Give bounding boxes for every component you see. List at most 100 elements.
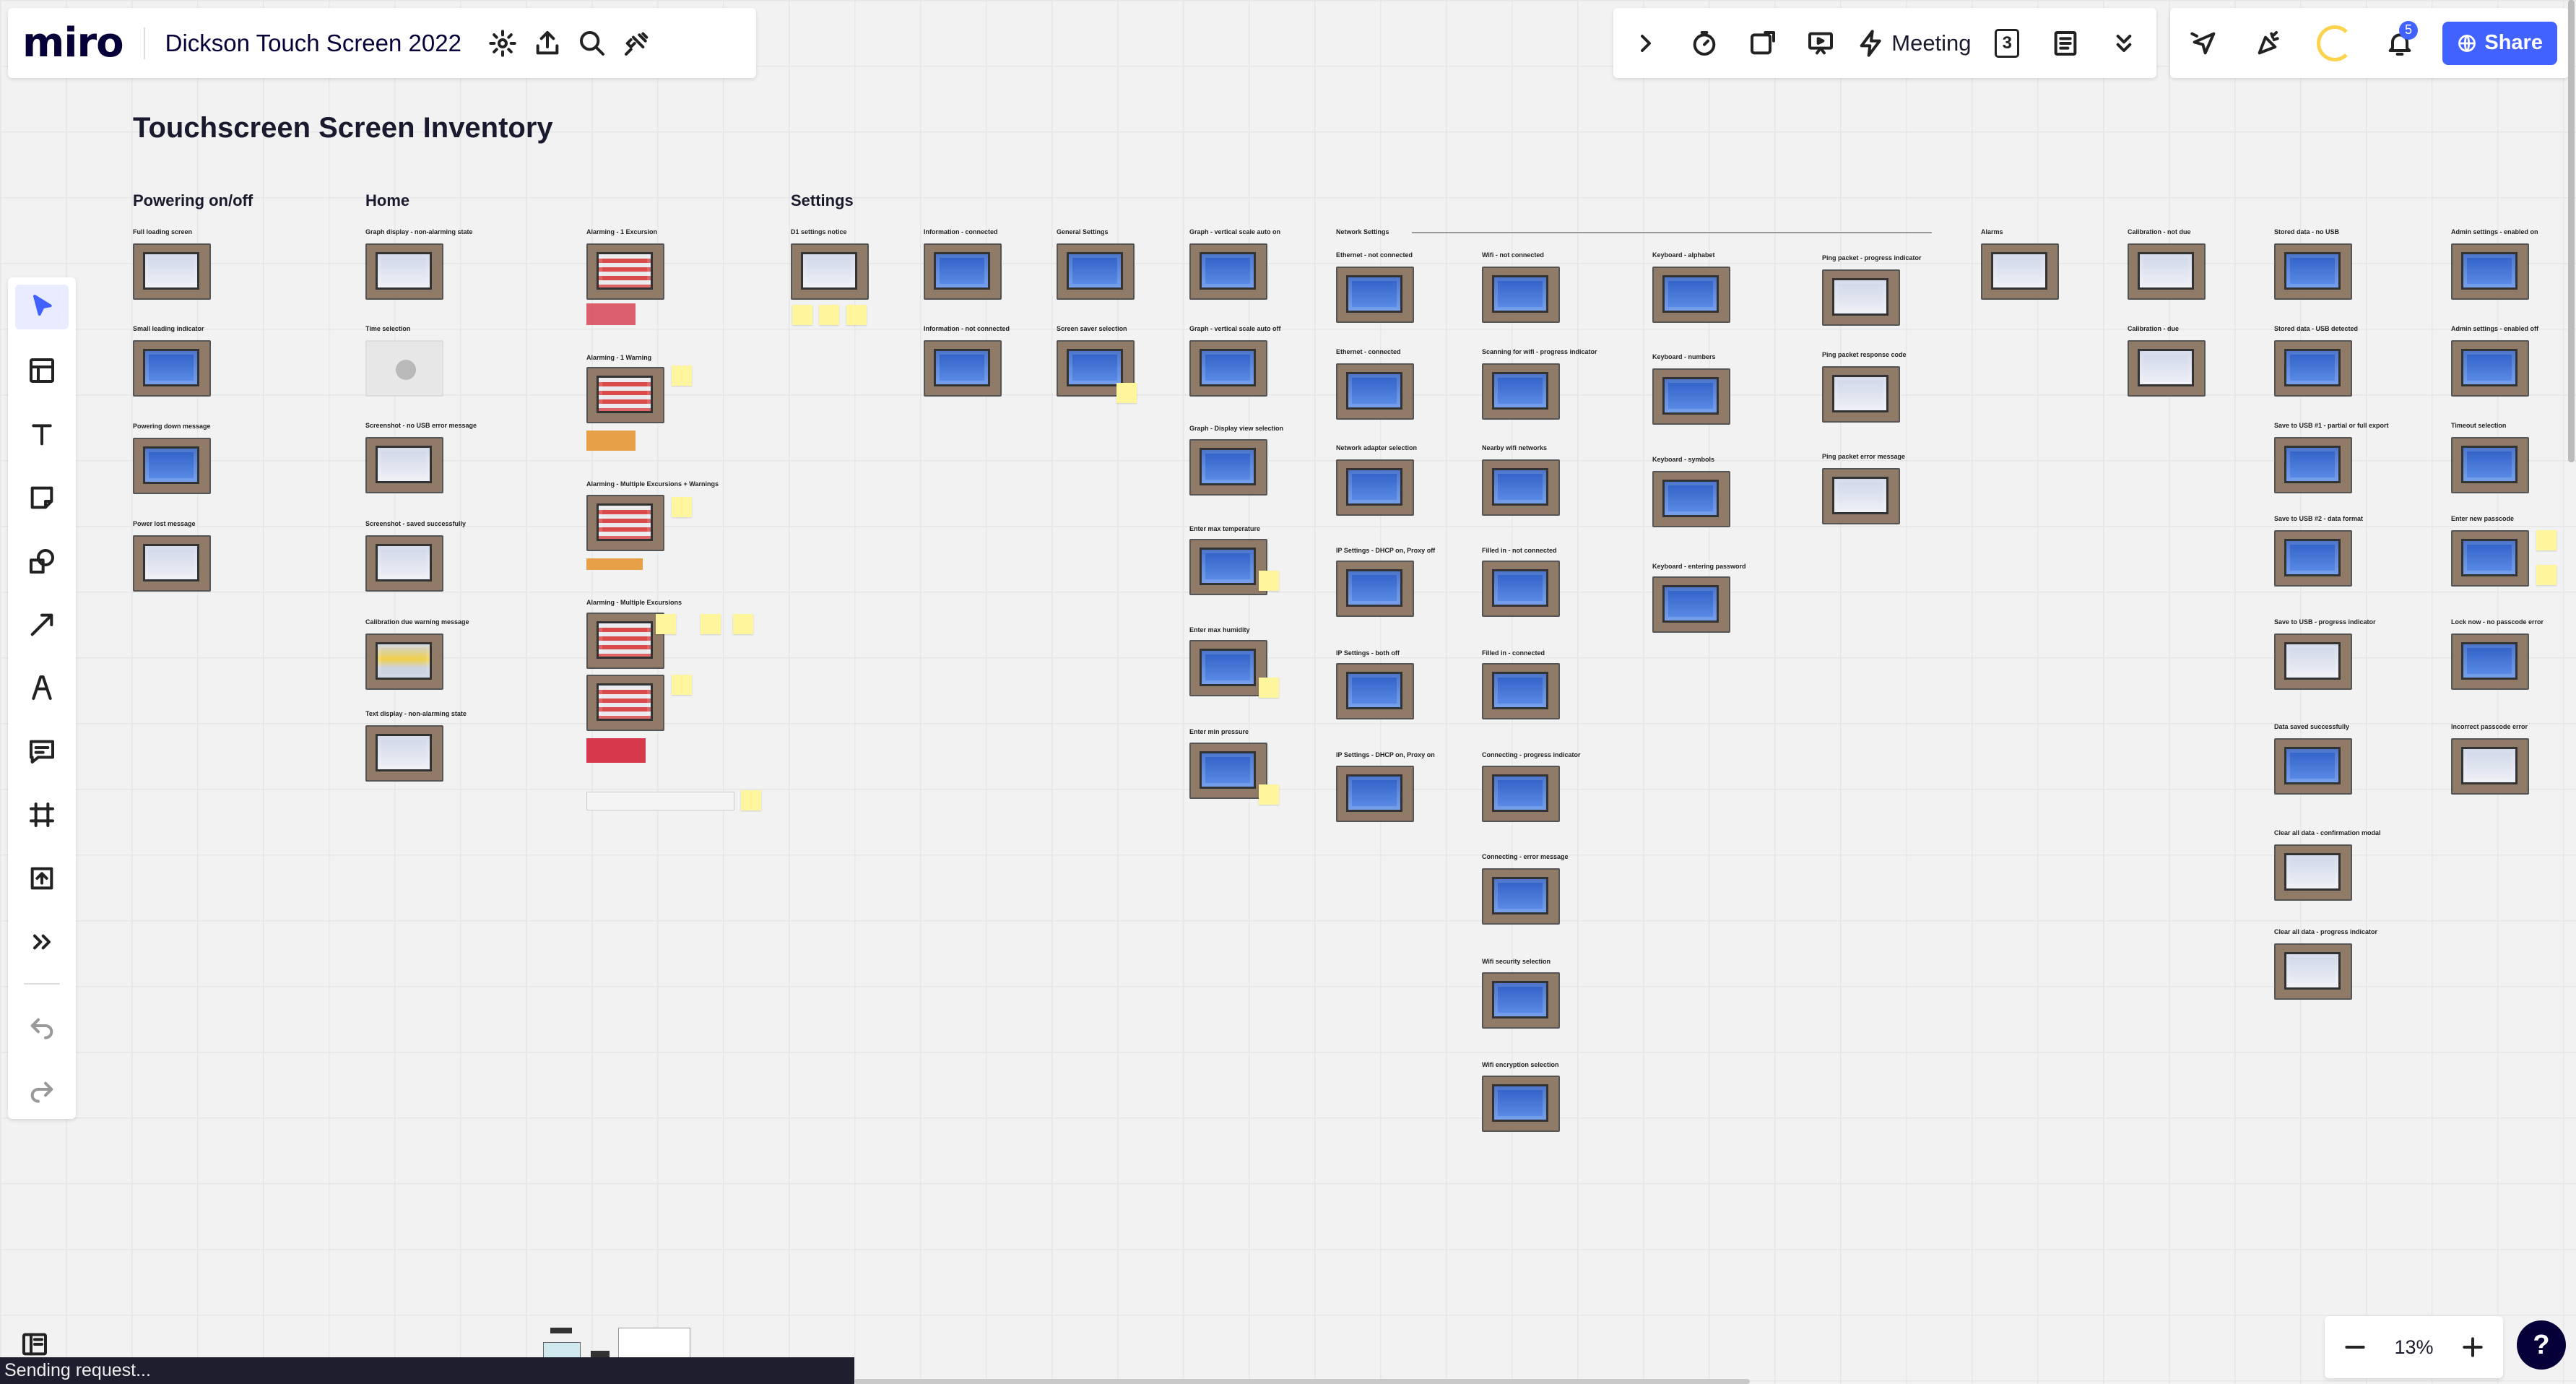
screen-thumbnail[interactable] (586, 613, 664, 669)
screen-thumbnail[interactable] (365, 633, 443, 690)
screen-thumbnail[interactable] (1057, 243, 1135, 300)
screen-thumbnail[interactable] (791, 243, 869, 300)
pages-button[interactable]: 3 (1985, 21, 2029, 66)
screen-thumbnail[interactable] (1822, 366, 1900, 423)
sticky-note[interactable] (819, 305, 839, 325)
board-title[interactable]: Touchscreen Screen Inventory (133, 112, 553, 144)
diagram-shape[interactable] (543, 1342, 581, 1358)
screen-thumbnail[interactable] (1482, 868, 1560, 925)
screen-thumbnail[interactable] (1482, 267, 1560, 323)
screen-thumbnail[interactable] (1189, 439, 1267, 496)
screen-thumbnail[interactable] (2274, 243, 2352, 300)
screen-thumbnail[interactable] (1652, 368, 1730, 425)
screen-thumbnail[interactable] (133, 535, 211, 592)
sticky-note[interactable] (2536, 530, 2557, 550)
diagram-shape[interactable] (550, 1328, 572, 1333)
alarm-detail-image[interactable] (586, 738, 646, 763)
screen-thumbnail[interactable] (1336, 267, 1414, 323)
frame-icon[interactable] (15, 792, 69, 837)
screen-thumbnail[interactable] (2451, 633, 2529, 690)
search-icon[interactable] (570, 21, 615, 66)
integrations-plug-icon[interactable] (615, 21, 659, 66)
screen-thumbnail[interactable] (1336, 363, 1414, 420)
voting-icon[interactable] (1740, 21, 1785, 66)
screen-thumbnail[interactable] (2274, 437, 2352, 493)
connection-line-icon[interactable] (15, 602, 69, 647)
screen-thumbnail[interactable] (1189, 743, 1267, 799)
templates-icon[interactable] (15, 348, 69, 393)
export-upload-icon[interactable] (525, 21, 570, 66)
screen-thumbnail[interactable] (2451, 340, 2529, 397)
screen-thumbnail[interactable] (2274, 844, 2352, 901)
sticky-note[interactable] (701, 614, 721, 634)
miro-logo[interactable]: miro (22, 20, 124, 66)
screen-thumbnail[interactable] (586, 243, 664, 300)
cursor-follow-icon[interactable] (2182, 21, 2226, 66)
celebrate-icon[interactable] (2247, 21, 2291, 66)
zoom-level[interactable]: 13% (2394, 1336, 2433, 1359)
screen-thumbnail[interactable] (1652, 576, 1730, 633)
screen-thumbnail[interactable] (1482, 363, 1560, 420)
section-heading-power[interactable]: Powering on/off (133, 191, 253, 210)
frames-panel-icon[interactable] (13, 1328, 56, 1361)
screen-thumbnail[interactable] (924, 243, 1002, 300)
notes-icon[interactable] (2043, 21, 2088, 66)
screen-thumbnail[interactable] (2451, 437, 2529, 493)
screen-thumbnail[interactable] (924, 340, 1002, 397)
screen-thumbnail[interactable] (1652, 267, 1730, 323)
screen-thumbnail[interactable] (2451, 243, 2529, 300)
notifications-bell-icon[interactable]: 5 (2377, 20, 2422, 66)
help-button[interactable]: ? (2517, 1320, 2566, 1370)
vertical-scrollbar[interactable] (2568, 0, 2575, 462)
sticky-note[interactable] (846, 305, 867, 325)
screen-thumbnail[interactable] (2274, 530, 2352, 587)
redo-icon[interactable] (15, 1067, 69, 1112)
screen-thumbnail[interactable] (2128, 340, 2206, 397)
screen-thumbnail[interactable] (1482, 663, 1560, 719)
screen-thumbnail[interactable] (133, 438, 211, 494)
screen-placeholder[interactable] (365, 340, 443, 397)
sticky-note[interactable] (656, 614, 676, 634)
sticky-note[interactable] (741, 790, 761, 810)
sticky-note[interactable] (733, 614, 753, 634)
screen-thumbnail[interactable] (133, 340, 211, 397)
settings-gear-icon[interactable] (480, 21, 525, 66)
board-name[interactable]: Dickson Touch Screen 2022 (165, 30, 461, 57)
screen-thumbnail[interactable] (365, 535, 443, 592)
undo-icon[interactable] (15, 1003, 69, 1048)
section-heading-home[interactable]: Home (365, 191, 409, 210)
screen-thumbnail[interactable] (1822, 468, 1900, 524)
screen-thumbnail[interactable] (586, 367, 664, 423)
shapes-icon[interactable] (15, 539, 69, 584)
screen-thumbnail[interactable] (1336, 766, 1414, 822)
screen-thumbnail[interactable] (2451, 738, 2529, 795)
screen-thumbnail[interactable] (1981, 243, 2059, 300)
screen-thumbnail[interactable] (2274, 340, 2352, 397)
double-chevron-down-icon[interactable] (2102, 21, 2146, 66)
screen-thumbnail[interactable] (2274, 738, 2352, 795)
alarm-table-image[interactable] (586, 792, 734, 810)
comment-icon[interactable] (15, 729, 69, 774)
screen-thumbnail[interactable] (365, 437, 443, 493)
sticky-note[interactable] (672, 366, 692, 386)
screen-thumbnail[interactable] (1336, 663, 1414, 719)
screen-thumbnail[interactable] (1822, 269, 1900, 326)
sticky-note[interactable] (1259, 571, 1279, 591)
screen-thumbnail[interactable] (1189, 539, 1267, 595)
diagram-box[interactable] (618, 1328, 690, 1358)
screen-thumbnail[interactable] (1482, 1076, 1560, 1132)
sticky-note[interactable] (2536, 565, 2557, 585)
screen-thumbnail[interactable] (1652, 471, 1730, 527)
alarm-detail-image[interactable] (586, 558, 643, 570)
sticky-note[interactable] (672, 675, 692, 695)
screen-thumbnail[interactable] (1189, 243, 1267, 300)
share-button[interactable]: Share (2442, 21, 2557, 65)
select-cursor-icon[interactable] (15, 285, 69, 329)
timer-icon[interactable] (1682, 21, 1727, 66)
screen-thumbnail[interactable] (1482, 766, 1560, 822)
text-icon[interactable] (15, 412, 69, 457)
present-icon[interactable] (1798, 21, 1843, 66)
zoom-in-icon[interactable] (2458, 1325, 2487, 1370)
screen-thumbnail[interactable] (2274, 943, 2352, 1000)
screen-thumbnail[interactable] (365, 243, 443, 300)
